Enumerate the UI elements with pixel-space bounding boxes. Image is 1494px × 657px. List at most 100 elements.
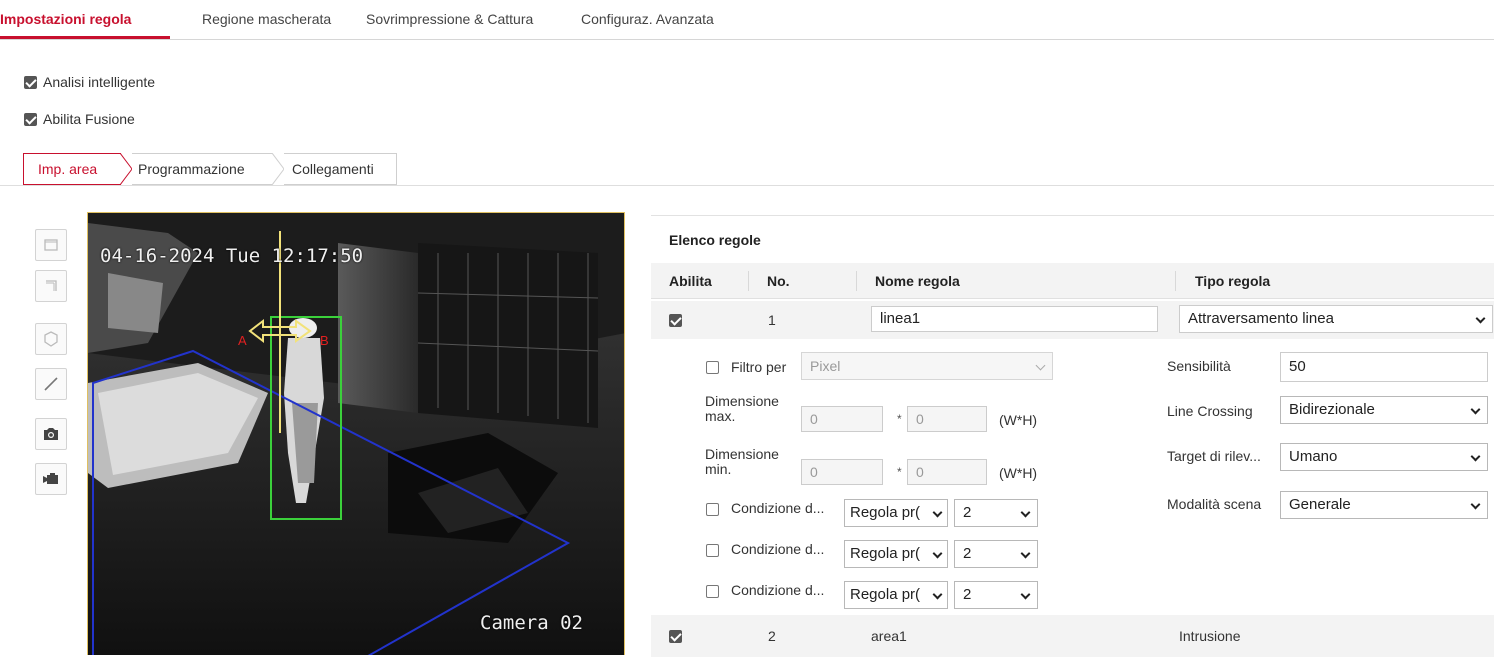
- target-select[interactable]: Umano: [1280, 443, 1488, 471]
- condition-2-rule-select[interactable]: Regola pr(: [844, 540, 948, 568]
- tab-sovrimpressione-cattura[interactable]: Sovrimpressione & Cattura: [366, 11, 533, 27]
- sub-tab-divider: [0, 185, 1494, 186]
- chevron-down-icon: [932, 548, 943, 559]
- condition-3-label: Condizione d...: [731, 582, 825, 598]
- col-separator: [856, 271, 857, 291]
- tab-configurazione-avanzata[interactable]: Configuraz. Avanzata: [581, 11, 714, 27]
- rule-2-name: area1: [871, 628, 907, 644]
- tab-regione-mascherata[interactable]: Regione mascherata: [202, 11, 331, 27]
- max-size-width-input[interactable]: 0: [801, 406, 883, 432]
- max-size-unit: (W*H): [999, 412, 1038, 428]
- scene-mode-select[interactable]: Generale: [1280, 491, 1488, 519]
- line-icon: [44, 377, 58, 391]
- tab-impostazioni-regola[interactable]: Impostazioni regola: [0, 11, 131, 27]
- condition-1-rule-value: Regola pr(: [850, 504, 921, 521]
- min-size-unit: (W*H): [999, 465, 1038, 481]
- max-size-height-input[interactable]: 0: [907, 406, 987, 432]
- rule-1-enable-checkbox[interactable]: [669, 314, 682, 327]
- video-scene: [88, 213, 624, 655]
- col-rule-name: Nome regola: [875, 273, 960, 289]
- camera-icon: [44, 428, 58, 440]
- chevron-down-icon: [932, 589, 943, 600]
- tab-programmazione-label: Programmazione: [138, 161, 245, 177]
- min-size-label: Dimensione min.: [705, 446, 779, 477]
- chevron-down-icon: [1470, 404, 1481, 415]
- smart-analysis-checkbox[interactable]: [24, 75, 37, 89]
- tab-collegamenti-label: Collegamenti: [292, 161, 374, 177]
- rule-table-header: Abilita No. Nome regola Tipo regola: [651, 263, 1494, 299]
- record-button[interactable]: [35, 463, 67, 495]
- tab-collegamenti[interactable]: Collegamenti: [284, 153, 397, 185]
- chevron-down-icon: [1020, 548, 1031, 559]
- line-label-a: A: [238, 333, 247, 348]
- draw-line-button[interactable]: [35, 368, 67, 400]
- filter-value: Pixel: [810, 358, 841, 374]
- line-label-b: B: [320, 333, 329, 348]
- draw-rectangle-button[interactable]: [35, 229, 67, 261]
- active-tab-indicator: [0, 36, 170, 39]
- condition-3-value-select[interactable]: 2: [954, 581, 1038, 609]
- min-size-width-input[interactable]: 0: [801, 459, 883, 485]
- rule-2-enable-checkbox[interactable]: [669, 630, 682, 643]
- target-value: Umano: [1289, 448, 1338, 465]
- draw-polygon-corner-button[interactable]: [35, 270, 67, 302]
- chevron-down-icon: [932, 507, 943, 518]
- filter-select[interactable]: Pixel: [801, 352, 1053, 380]
- sensitivity-input[interactable]: 50: [1280, 352, 1488, 382]
- col-enable: Abilita: [669, 273, 712, 289]
- size-multiply-sign: *: [897, 465, 902, 479]
- chevron-down-icon: [1035, 360, 1046, 371]
- col-separator: [748, 271, 749, 291]
- condition-2-value: 2: [963, 545, 972, 562]
- smart-analysis-option[interactable]: Analisi intelligente: [24, 73, 155, 90]
- condition-3-rule-select[interactable]: Regola pr(: [844, 581, 948, 609]
- tab-imp-area-label: Imp. area: [38, 161, 98, 177]
- snapshot-button[interactable]: [35, 418, 67, 450]
- chevron-down-icon: [1020, 589, 1031, 600]
- condition-2-checkbox[interactable]: [706, 544, 719, 557]
- rule-row-2[interactable]: 2 area1 Intrusione: [651, 615, 1494, 657]
- rule-list-title: Elenco regole: [669, 232, 761, 248]
- condition-3-checkbox[interactable]: [706, 585, 719, 598]
- video-record-icon: [43, 473, 58, 484]
- condition-1-checkbox[interactable]: [706, 503, 719, 516]
- rule-list-panel: Elenco regole Abilita No. Nome regola Ti…: [651, 215, 1494, 657]
- live-video-view[interactable]: 04-16-2024 Tue 12:17:50 Camera 02 A B: [87, 212, 625, 655]
- top-tab-bar: Impostazioni regola Regione mascherata S…: [0, 0, 1494, 40]
- condition-1-value: 2: [963, 504, 972, 521]
- col-number: No.: [767, 273, 790, 289]
- video-camera-name: Camera 02: [480, 612, 583, 634]
- rule-1-type-value: Attraversamento linea: [1188, 310, 1334, 327]
- tab-imp-area[interactable]: Imp. area: [23, 153, 121, 185]
- enable-fusion-option[interactable]: Abilita Fusione: [24, 110, 135, 127]
- rule-row-1[interactable]: 1 linea1 Attraversamento linea: [651, 301, 1494, 339]
- filter-checkbox[interactable]: [706, 361, 719, 374]
- min-size-height-input[interactable]: 0: [907, 459, 987, 485]
- rule-1-type-select[interactable]: Attraversamento linea: [1179, 305, 1493, 333]
- rule-1-number: 1: [768, 312, 776, 328]
- condition-2-rule-value: Regola pr(: [850, 545, 921, 562]
- scene-mode-value: Generale: [1289, 496, 1351, 513]
- size-multiply-sign: *: [897, 412, 902, 426]
- filter-label: Filtro per: [731, 359, 787, 375]
- enable-fusion-checkbox[interactable]: [24, 112, 37, 126]
- condition-1-rule-select[interactable]: Regola pr(: [844, 499, 948, 527]
- rule-2-number: 2: [768, 628, 776, 644]
- condition-2-value-select[interactable]: 2: [954, 540, 1038, 568]
- condition-1-value-select[interactable]: 2: [954, 499, 1038, 527]
- polygon-corner-icon: [46, 280, 57, 291]
- condition-2-label: Condizione d...: [731, 541, 825, 557]
- col-rule-type: Tipo regola: [1195, 273, 1271, 289]
- target-label: Target di rilev...: [1167, 448, 1261, 464]
- rule-1-name-input[interactable]: linea1: [871, 306, 1158, 332]
- rule-2-type: Intrusione: [1179, 628, 1241, 644]
- video-timestamp: 04-16-2024 Tue 12:17:50: [100, 245, 364, 267]
- tab-programmazione[interactable]: Programmazione: [132, 153, 272, 185]
- polygon-icon: [44, 331, 58, 347]
- line-crossing-value: Bidirezionale: [1289, 401, 1375, 418]
- chevron-down-icon: [1470, 451, 1481, 462]
- line-crossing-select[interactable]: Bidirezionale: [1280, 396, 1488, 424]
- max-size-label: Dimensione max.: [705, 393, 779, 424]
- draw-polygon-button[interactable]: [35, 323, 67, 355]
- smart-analysis-label: Analisi intelligente: [43, 74, 156, 91]
